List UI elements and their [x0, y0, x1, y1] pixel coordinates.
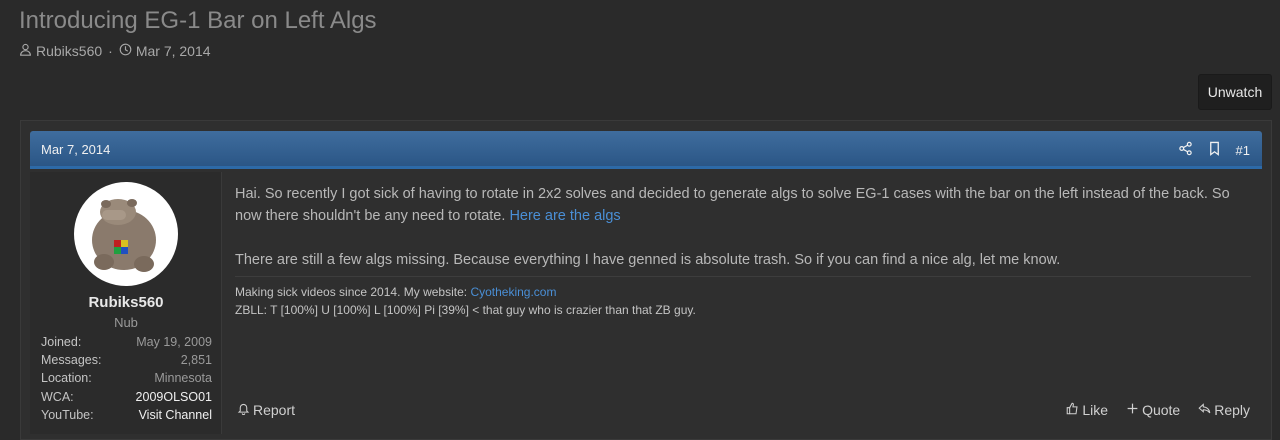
post-date-link[interactable]: Mar 7, 2014	[41, 142, 110, 157]
stat-key: WCA:	[41, 389, 74, 404]
post-number-link[interactable]: #1	[1236, 143, 1250, 158]
thread-date-link[interactable]: Mar 7, 2014	[136, 43, 211, 59]
stat-key: Joined:	[41, 335, 82, 349]
thread-title: Introducing EG-1 Bar on Left Algs	[19, 7, 377, 34]
signature: Making sick videos since 2014. My websit…	[235, 276, 1251, 319]
stat-value: 2009OLSO01	[135, 389, 212, 404]
user-stats: Joined: May 19, 2009 Messages: 2,851 Loc…	[41, 335, 212, 426]
user-title: Nub	[114, 315, 138, 330]
like-label: Like	[1082, 402, 1109, 418]
report-label: Report	[253, 402, 296, 418]
stat-row-location: Location: Minnesota	[41, 371, 212, 389]
algs-link[interactable]: Here are the algs	[509, 208, 620, 224]
unwatch-button[interactable]: Unwatch	[1198, 74, 1272, 110]
thread-author-link[interactable]: Rubiks560	[36, 43, 102, 59]
stat-row-wca: WCA: 2009OLSO01	[41, 390, 212, 408]
meta-separator: ·	[108, 43, 113, 59]
clock-icon	[119, 43, 132, 59]
youtube-channel-link[interactable]: Visit Channel	[139, 408, 212, 426]
reply-button[interactable]: Reply	[1198, 402, 1250, 418]
post-footer-left: Report	[237, 402, 295, 418]
stat-value[interactable]: Minnesota	[154, 371, 212, 389]
stat-key: Location:	[41, 371, 92, 386]
stat-row-joined: Joined: May 19, 2009	[41, 335, 212, 353]
signature-line: ZBLL: T [100%] U [100%] L [100%] Pi [39%…	[235, 303, 696, 317]
stat-row-messages: Messages: 2,851	[41, 353, 212, 371]
stat-key: YouTube:	[41, 407, 94, 422]
post-paragraph-text: Hai. So recently I got sick of having to…	[235, 186, 1230, 224]
bell-icon	[237, 402, 250, 418]
plus-icon	[1126, 402, 1139, 418]
quote-label: Quote	[1142, 402, 1181, 418]
share-icon[interactable]	[1178, 141, 1193, 159]
reply-icon	[1198, 402, 1211, 418]
post-paragraph: There are still a few algs missing. Beca…	[235, 252, 1061, 268]
user-info-panel: Rubiks560 Nub Joined: May 19, 2009 Messa…	[30, 172, 222, 434]
stat-value: May 19, 2009	[136, 335, 212, 349]
reply-label: Reply	[1214, 402, 1250, 418]
post-header: Mar 7, 2014 #1	[30, 131, 1262, 169]
like-button[interactable]: Like	[1066, 402, 1108, 418]
user-icon	[19, 43, 32, 59]
signature-line: Making sick videos since 2014. My websit…	[235, 283, 1251, 301]
post-body: Hai. So recently I got sick of having to…	[235, 183, 1250, 271]
stat-row-youtube: YouTube: Visit Channel	[41, 408, 212, 426]
post-footer-right: Like Quote Reply	[1066, 402, 1250, 418]
avatar[interactable]	[74, 182, 178, 286]
website-link[interactable]: Cyotheking.com	[470, 285, 556, 299]
signature-text: Making sick videos since 2014. My websit…	[235, 285, 471, 299]
thumbs-up-icon	[1066, 402, 1079, 418]
post-paragraph: Hai. So recently I got sick of having to…	[235, 183, 1250, 227]
report-button[interactable]: Report	[237, 402, 295, 418]
bookmark-icon[interactable]	[1207, 141, 1222, 159]
username[interactable]: Rubiks560	[30, 294, 222, 311]
stat-value[interactable]: 2,851	[181, 353, 212, 371]
thread-meta: Rubiks560 · Mar 7, 2014	[19, 43, 211, 59]
quote-button[interactable]: Quote	[1126, 402, 1180, 418]
stat-key: Messages:	[41, 353, 102, 368]
